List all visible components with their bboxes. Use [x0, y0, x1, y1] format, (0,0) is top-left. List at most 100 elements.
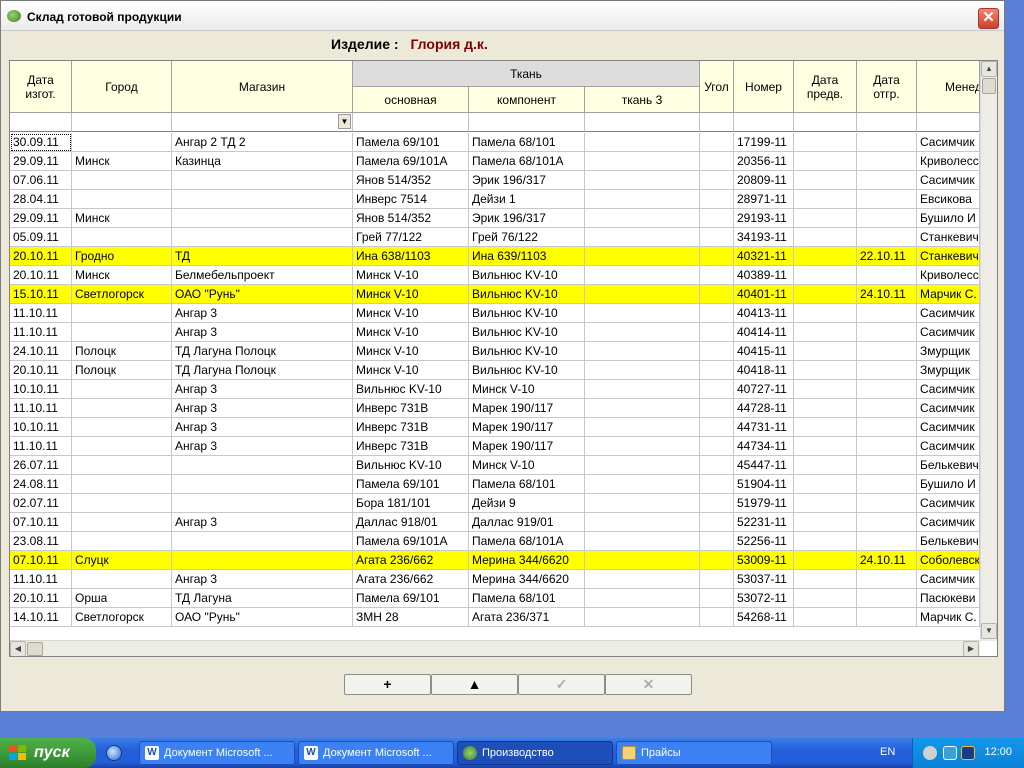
cell-date-made[interactable]: 24.08.11: [10, 475, 72, 494]
cell-fabric-component[interactable]: Памела 68/101: [469, 589, 585, 608]
cell-fabric-component[interactable]: Вильнюс KV-10: [469, 266, 585, 285]
cell-fabric-main[interactable]: Минск V-10: [353, 304, 469, 323]
cell-corner[interactable]: [700, 285, 734, 304]
cell-shop[interactable]: [172, 456, 353, 475]
cell-date-prelim[interactable]: [794, 285, 857, 304]
filter-city[interactable]: [72, 113, 172, 132]
cell-fabric-3[interactable]: [585, 608, 700, 627]
cell-number[interactable]: 45447-11: [734, 456, 794, 475]
cell-fabric-3[interactable]: [585, 532, 700, 551]
cell-fabric-component[interactable]: Марек 190/117: [469, 399, 585, 418]
cell-fabric-component[interactable]: Дейзи 1: [469, 190, 585, 209]
cell-number[interactable]: 40414-11: [734, 323, 794, 342]
cell-date-ship[interactable]: [857, 513, 917, 532]
cell-number[interactable]: 52231-11: [734, 513, 794, 532]
cell-fabric-main[interactable]: Инверс 731В: [353, 437, 469, 456]
cell-fabric-3[interactable]: [585, 285, 700, 304]
cell-manager[interactable]: Сасимчик: [917, 494, 980, 513]
cell-fabric-main[interactable]: Агата 236/662: [353, 551, 469, 570]
cell-fabric-component[interactable]: Памела 68/101А: [469, 152, 585, 171]
cell-fabric-3[interactable]: [585, 152, 700, 171]
title-bar[interactable]: Склад готовой продукции ✕: [1, 1, 1004, 31]
cell-city[interactable]: [72, 513, 172, 532]
table-row[interactable]: 26.07.11 Вильнюс KV-10 Минск V-10 45447-11 Б…: [10, 456, 980, 475]
up-button[interactable]: ▲: [431, 674, 518, 695]
cell-manager[interactable]: Сасимчик: [917, 171, 980, 190]
cell-corner[interactable]: [700, 152, 734, 171]
cell-date-made[interactable]: 10.10.11: [10, 380, 72, 399]
tray-security-icon[interactable]: [961, 746, 975, 760]
cell-date-prelim[interactable]: [794, 247, 857, 266]
cell-corner[interactable]: [700, 551, 734, 570]
cell-date-ship[interactable]: [857, 494, 917, 513]
cell-city[interactable]: Орша: [72, 589, 172, 608]
cell-fabric-component[interactable]: Грей 76/122: [469, 228, 585, 247]
cell-manager[interactable]: Станкевич: [917, 247, 980, 266]
cell-corner[interactable]: [700, 494, 734, 513]
cell-date-made[interactable]: 11.10.11: [10, 323, 72, 342]
cell-manager[interactable]: Сасимчик: [917, 133, 980, 152]
cell-city[interactable]: Минск: [72, 152, 172, 171]
cell-city[interactable]: Слуцк: [72, 551, 172, 570]
cell-corner[interactable]: [700, 304, 734, 323]
cell-date-ship[interactable]: [857, 437, 917, 456]
cell-corner[interactable]: [700, 190, 734, 209]
table-row[interactable]: 24.08.11 Памела 69/101 Памела 68/101 51904-…: [10, 475, 980, 494]
cell-shop[interactable]: ТД Лагуна Полоцк: [172, 361, 353, 380]
cell-corner[interactable]: [700, 342, 734, 361]
cell-manager[interactable]: Сасимчик: [917, 304, 980, 323]
table-row[interactable]: 11.10.11 Ангар 3 Минск V-10 Вильнюс KV-10 40…: [10, 323, 980, 342]
cell-date-ship[interactable]: [857, 152, 917, 171]
cell-number[interactable]: 51904-11: [734, 475, 794, 494]
cell-city[interactable]: [72, 532, 172, 551]
cell-shop[interactable]: Ангар 3: [172, 323, 353, 342]
cell-corner[interactable]: [700, 532, 734, 551]
cell-date-prelim[interactable]: [794, 494, 857, 513]
table-row[interactable]: 07.10.11 Ангар 3 Даллас 918/01 Даллас 919/0…: [10, 513, 980, 532]
cell-date-ship[interactable]: [857, 589, 917, 608]
cell-fabric-component[interactable]: Эрик 196/317: [469, 209, 585, 228]
table-row[interactable]: 20.10.11 Гродно ТД Ина 638/1103 Ина 639/1103…: [10, 247, 980, 266]
table-row[interactable]: 02.07.11 Бора 181/101 Дейзи 9 51979-11 Сасим…: [10, 494, 980, 513]
table-row[interactable]: 05.09.11 Грей 77/122 Грей 76/122 34193-11 Ст…: [10, 228, 980, 247]
cell-date-prelim[interactable]: [794, 209, 857, 228]
cell-manager[interactable]: Сасимчик: [917, 570, 980, 589]
cell-date-prelim[interactable]: [794, 570, 857, 589]
scroll-right-icon[interactable]: ▶: [963, 641, 979, 656]
cell-date-made[interactable]: 29.09.11: [10, 152, 72, 171]
cell-date-ship[interactable]: [857, 399, 917, 418]
cell-shop[interactable]: ТД Лагуна: [172, 589, 353, 608]
cell-shop[interactable]: [172, 171, 353, 190]
table-row[interactable]: 14.10.11 Светлогорск ОАО "Рунь" ЗМН 28 Агата…: [10, 608, 980, 627]
cell-date-ship[interactable]: [857, 133, 917, 152]
cell-date-prelim[interactable]: [794, 551, 857, 570]
cell-city[interactable]: [72, 570, 172, 589]
cell-date-made[interactable]: 14.10.11: [10, 608, 72, 627]
cell-corner[interactable]: [700, 589, 734, 608]
cell-date-prelim[interactable]: [794, 399, 857, 418]
cell-date-ship[interactable]: [857, 456, 917, 475]
cell-number[interactable]: 40389-11: [734, 266, 794, 285]
cell-number[interactable]: 28971-11: [734, 190, 794, 209]
table-row[interactable]: 24.10.11 Полоцк ТД Лагуна Полоцк Минск V-10…: [10, 342, 980, 361]
cell-shop[interactable]: ОАО "Рунь": [172, 608, 353, 627]
cell-date-prelim[interactable]: [794, 437, 857, 456]
cell-date-prelim[interactable]: [794, 190, 857, 209]
cell-date-made[interactable]: 07.10.11: [10, 513, 72, 532]
cell-date-ship[interactable]: 22.10.11: [857, 247, 917, 266]
cell-fabric-main[interactable]: Агата 236/662: [353, 570, 469, 589]
cell-date-ship[interactable]: [857, 171, 917, 190]
scroll-up-icon[interactable]: ▲: [981, 61, 997, 77]
cell-date-ship[interactable]: [857, 532, 917, 551]
cell-city[interactable]: Минск: [72, 209, 172, 228]
cell-city[interactable]: [72, 494, 172, 513]
table-row[interactable]: 20.10.11 Орша ТД Лагуна Памела 69/101 Памела…: [10, 589, 980, 608]
cell-date-made[interactable]: 28.04.11: [10, 190, 72, 209]
cell-number[interactable]: 29193-11: [734, 209, 794, 228]
cell-fabric-main[interactable]: Минск V-10: [353, 266, 469, 285]
scroll-left-icon[interactable]: ◀: [10, 641, 26, 656]
cell-shop[interactable]: Ангар 3: [172, 437, 353, 456]
cell-fabric-component[interactable]: Мерина 344/6620: [469, 551, 585, 570]
cell-date-made[interactable]: 02.07.11: [10, 494, 72, 513]
cell-date-ship[interactable]: [857, 342, 917, 361]
